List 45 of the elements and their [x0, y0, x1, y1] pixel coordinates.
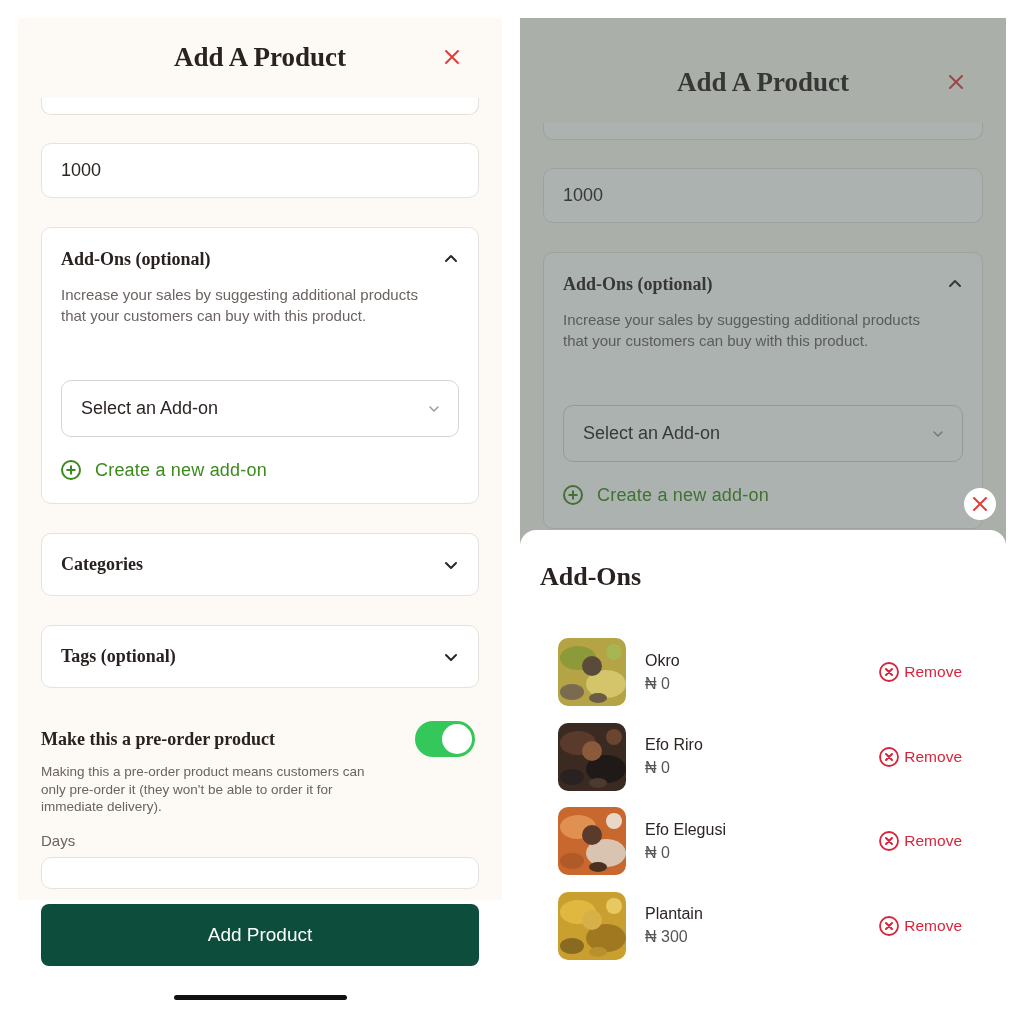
remove-icon [879, 915, 900, 936]
addon-price: ₦ 0 [645, 759, 671, 777]
remove-button[interactable]: Remove [879, 746, 962, 767]
remove-icon [879, 662, 900, 682]
addon-name: Okro [645, 651, 681, 670]
remove-icon [879, 831, 900, 851]
addon-name: Efo Elegusi [645, 820, 727, 839]
section-title: Categories [61, 554, 143, 575]
days-field[interactable] [41, 856, 479, 889]
sheet-title: Add-Ons [540, 562, 643, 592]
remove-icon [879, 746, 900, 767]
price-field[interactable]: 1000 [41, 143, 479, 198]
remove-button[interactable]: Remove [879, 831, 962, 851]
preorder-description: Making this a pre-order product means customers can only pre-order it (they won't be able to order it for immediate delivery). [41, 763, 366, 816]
section-title: Add-Ons (optional) [61, 248, 211, 270]
days-label: Days [41, 831, 77, 849]
addon-price: ₦ 300 [645, 928, 689, 946]
close-icon [444, 49, 460, 65]
accordion-header[interactable]: Categories [41, 533, 479, 596]
section-title: Tags (optional) [61, 646, 176, 667]
input-field[interactable] [41, 98, 479, 115]
close-sheet-button[interactable] [964, 488, 996, 520]
preorder-title: Make this a pre-order product [41, 728, 275, 750]
accordion-header[interactable]: Tags (optional) [41, 625, 479, 688]
remove-button[interactable]: Remove [879, 662, 962, 682]
chevron-down-icon [932, 428, 944, 439]
price-field[interactable]: 1000 [543, 168, 983, 223]
plus-circle-icon [61, 460, 81, 480]
add-product-button[interactable]: Add Product [41, 904, 479, 966]
screen-title: Add A Product [173, 41, 346, 73]
plus-circle-icon [563, 485, 583, 505]
addon-dropdown[interactable]: Select an Add-on [563, 405, 963, 462]
create-addon-link[interactable]: Create a new add-on [61, 437, 267, 503]
preorder-toggle[interactable] [415, 721, 475, 757]
close-icon [948, 74, 964, 90]
addon-price: ₦ 0 [645, 843, 671, 862]
addon-dropdown[interactable]: Select an Add-on [61, 380, 459, 437]
addon-price: ₦ 0 [645, 674, 671, 693]
screen-title: Add A Product [676, 66, 849, 98]
remove-button[interactable]: Remove [879, 915, 962, 936]
addon-name: Efo Riro [645, 736, 704, 754]
section-title: Add-Ons (optional) [563, 273, 713, 295]
addon-name: Plantain [645, 905, 704, 923]
chevron-down-icon [428, 403, 440, 414]
close-icon [972, 496, 988, 512]
